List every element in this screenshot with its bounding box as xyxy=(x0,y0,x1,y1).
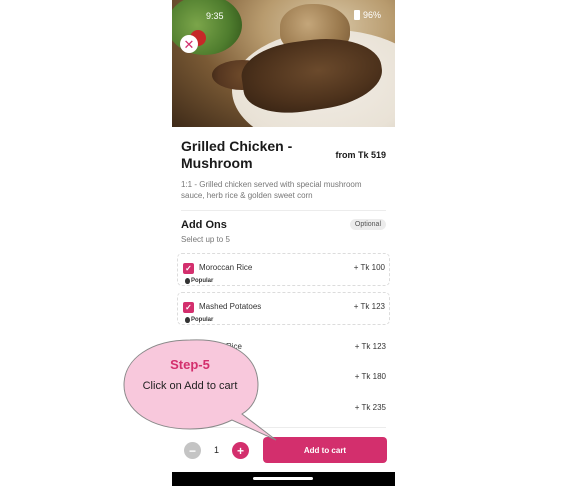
divider xyxy=(181,427,386,428)
addon-checkbox[interactable]: ✓ xyxy=(183,263,194,274)
callout-instruction: Click on Add to cart xyxy=(142,380,238,392)
addons-subtitle: Select up to 5 xyxy=(181,235,230,244)
home-handle[interactable] xyxy=(253,477,313,480)
divider xyxy=(181,210,386,211)
close-icon: ✕ xyxy=(183,36,195,52)
optional-badge: Optional xyxy=(349,219,386,230)
addon-row-moroccan-rice[interactable]: ✓ Moroccan Rice + Tk 100 Popular xyxy=(177,253,390,286)
battery-icon xyxy=(353,10,360,20)
plus-icon: + xyxy=(236,443,244,458)
item-title-line2: Mushroom xyxy=(181,155,253,171)
addons-title: Add Ons xyxy=(181,219,227,231)
addon-price: + Tk 123 xyxy=(354,342,386,351)
popular-tag: Popular xyxy=(185,278,213,284)
addon-name: Moroccan Rice xyxy=(199,263,253,272)
item-price: from Tk 519 xyxy=(335,150,386,160)
battery-level: 96% xyxy=(362,10,381,20)
checkmark-icon: ✓ xyxy=(185,303,192,312)
status-bar: 9:35 96% xyxy=(172,0,395,32)
flame-icon xyxy=(185,317,190,323)
navigation-bar xyxy=(172,472,395,486)
minus-icon: − xyxy=(188,443,196,458)
item-title: Grilled Chicken - Mushroom xyxy=(181,138,321,172)
checkmark-icon: ✓ xyxy=(185,264,192,273)
addon-row[interactable]: + Tk 235 xyxy=(177,394,390,427)
add-to-cart-button[interactable]: Add to cart xyxy=(263,437,387,463)
item-description: 1:1 - Grilled chicken served with specia… xyxy=(181,180,362,200)
status-time: 9:35 xyxy=(206,11,224,21)
addon-price: + Tk 100 xyxy=(353,263,385,272)
addon-price: + Tk 180 xyxy=(354,372,386,381)
addon-name: Mashed Potatoes xyxy=(199,302,262,311)
flame-icon xyxy=(185,278,190,284)
callout-step-title: Step-5 xyxy=(170,357,210,372)
addon-row-mashed-potatoes[interactable]: ✓ Mashed Potatoes + Tk 123 Popular xyxy=(177,292,390,325)
addon-price: + Tk 123 xyxy=(353,302,385,311)
quantity-value: 1 xyxy=(214,445,220,455)
status-indicators: 96% xyxy=(353,10,381,20)
popular-label: Popular xyxy=(191,317,214,323)
quantity-increase-button[interactable]: + xyxy=(232,442,249,459)
close-button[interactable]: ✕ xyxy=(180,35,198,53)
item-title-line1: Grilled Chicken - xyxy=(181,138,293,154)
addon-name: Rice xyxy=(226,342,243,351)
quantity-decrease-button[interactable]: − xyxy=(184,442,201,459)
popular-label: Popular xyxy=(191,278,214,284)
addon-checkbox[interactable]: ✓ xyxy=(183,302,194,313)
addon-price: + Tk 235 xyxy=(354,403,386,412)
popular-tag: Popular xyxy=(185,317,213,323)
phone-screen: 9:35 96% ✕ Grilled Chicken - Mushroom fr… xyxy=(172,0,395,486)
